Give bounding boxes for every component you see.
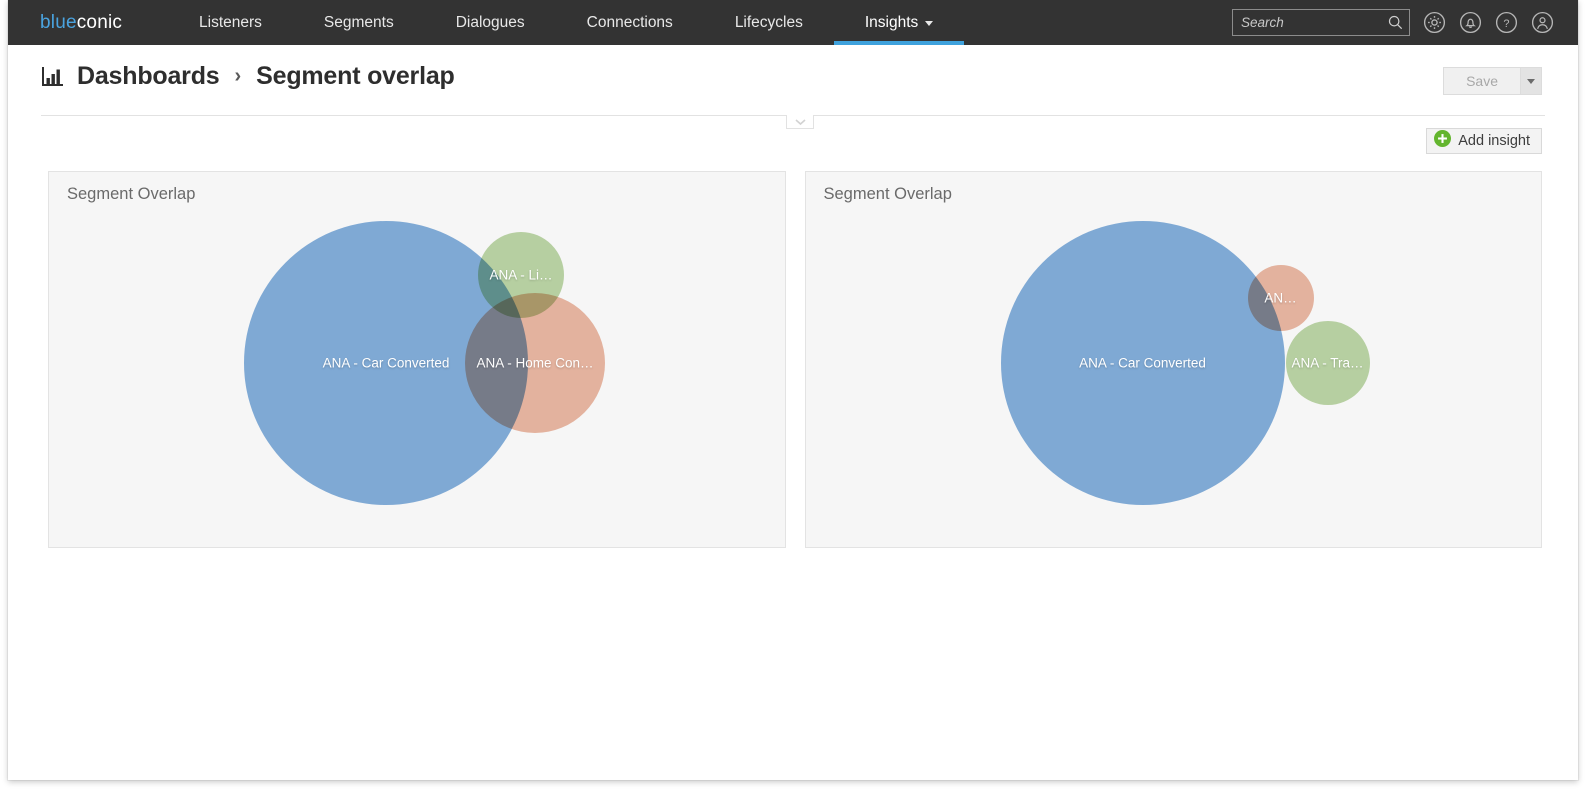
save-button[interactable]: Save: [1443, 67, 1520, 95]
save-dropdown-caret-icon[interactable]: [1520, 67, 1542, 95]
nav-item-label: Connections: [586, 13, 673, 31]
nav-item-listeners[interactable]: Listeners: [168, 0, 293, 45]
nav-item-lifecycles[interactable]: Lifecycles: [704, 0, 834, 45]
app-window: blue conic Listeners Segments Dialogues Conn…: [8, 0, 1578, 780]
page-header: Dashboards › Segment overlap Save: [8, 45, 1578, 115]
dashboard-bars-icon: [41, 66, 64, 88]
help-icon[interactable]: ?: [1495, 11, 1518, 34]
nav-item-dialogues[interactable]: Dialogues: [425, 0, 556, 45]
nav-item-insights[interactable]: Insights: [833, 0, 965, 45]
venn-diagram: ANA - Car Converted ANA - Li… ANA - Home C…: [49, 172, 785, 547]
top-navigation-bar: blue conic Listeners Segments Dialogues Conn…: [8, 0, 1578, 45]
nav-item-label: Insights: [864, 13, 919, 31]
breadcrumb: Dashboards › Segment overlap: [41, 62, 455, 91]
save-button-group: Save: [1443, 67, 1542, 95]
venn-circle[interactable]: [1247, 265, 1314, 331]
blueconic-logo[interactable]: blue conic: [8, 0, 168, 45]
collapse-panel-chevron-down-icon[interactable]: [786, 115, 814, 129]
logo-text-blue: blue: [40, 11, 77, 33]
venn-circle[interactable]: [465, 293, 605, 433]
insight-card[interactable]: Segment Overlap ANA - Car Converted ANA - …: [48, 171, 786, 548]
nav-item-segments[interactable]: Segments: [293, 0, 425, 45]
plus-circle-icon: [1434, 130, 1452, 152]
notification-icon[interactable]: [1459, 11, 1482, 34]
insight-card[interactable]: Segment Overlap ANA - Car Converted AN… ANA…: [804, 171, 1542, 548]
nav-item-label: Listeners: [199, 13, 262, 31]
venn-circle[interactable]: [1285, 321, 1370, 405]
nav-item-label: Dialogues: [455, 13, 525, 31]
gear-icon[interactable]: [1423, 11, 1446, 34]
insight-cards-container: Segment Overlap ANA - Car Converted ANA - …: [48, 171, 1542, 548]
nav-item-label: Segments: [323, 13, 394, 31]
svg-text:?: ?: [1503, 18, 1509, 30]
chevron-down-icon: [925, 21, 934, 26]
user-icon[interactable]: [1531, 11, 1554, 34]
nav-right-tools: ?: [1232, 0, 1578, 45]
venn-circle[interactable]: [1000, 221, 1285, 505]
search-input[interactable]: [1233, 10, 1409, 35]
search-icon: [1388, 15, 1403, 35]
nav-item-label: Lifecycles: [734, 13, 803, 31]
venn-diagram: ANA - Car Converted AN… ANA - Tra…: [806, 172, 1542, 547]
search-box[interactable]: [1232, 9, 1410, 36]
add-insight-button[interactable]: Add insight: [1426, 128, 1542, 154]
nav-item-connections[interactable]: Connections: [556, 0, 704, 45]
page-title: Segment overlap: [256, 62, 455, 90]
breadcrumb-root[interactable]: Dashboards: [77, 62, 220, 91]
breadcrumb-separator-icon: ›: [234, 65, 242, 87]
add-insight-label: Add insight: [1458, 133, 1530, 149]
main-nav-items: Listeners Segments Dialogues Connections Lif…: [168, 0, 965, 45]
logo-text-conic: conic: [76, 11, 123, 33]
